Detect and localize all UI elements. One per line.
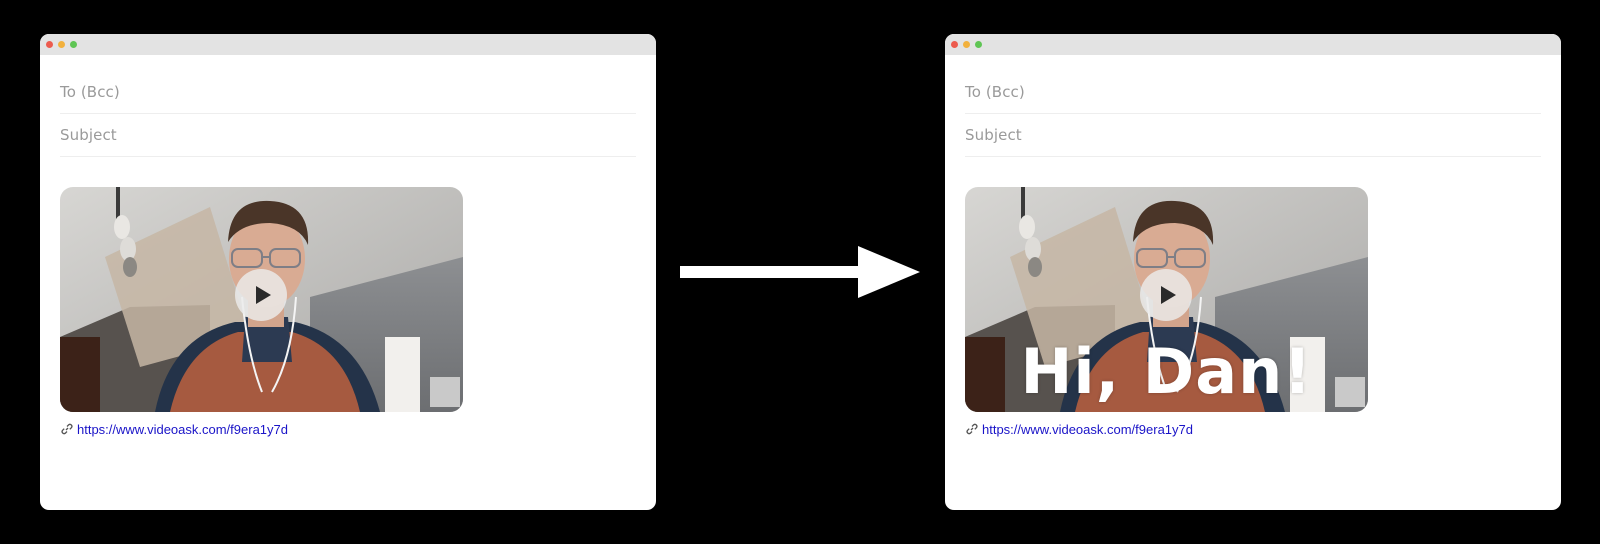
- to-bcc-placeholder: To (Bcc): [965, 83, 1025, 101]
- subject-field[interactable]: Subject: [60, 114, 636, 157]
- right-arrow-icon: [680, 246, 920, 298]
- video-link-row: https://www.videoask.com/f9era1y7d: [965, 421, 1193, 437]
- window-titlebar: [945, 34, 1561, 55]
- play-icon: [256, 286, 271, 304]
- email-window-after: To (Bcc) Subject Hi, Dan! https://www.vi…: [945, 34, 1561, 510]
- maximize-window-button[interactable]: [70, 41, 77, 48]
- to-bcc-field[interactable]: To (Bcc): [965, 71, 1541, 114]
- email-window-before: To (Bcc) Subject https://www.videoask.co…: [40, 34, 656, 510]
- video-thumbnail[interactable]: Hi, Dan!: [965, 187, 1368, 412]
- play-button[interactable]: [235, 269, 287, 321]
- link-icon: [965, 422, 979, 436]
- subject-placeholder: Subject: [965, 126, 1022, 144]
- close-window-button[interactable]: [46, 41, 53, 48]
- video-overlay-text: Hi, Dan!: [1020, 335, 1313, 408]
- to-bcc-placeholder: To (Bcc): [60, 83, 120, 101]
- link-icon: [60, 422, 74, 436]
- minimize-window-button[interactable]: [963, 41, 970, 48]
- to-bcc-field[interactable]: To (Bcc): [60, 71, 636, 114]
- videoask-link[interactable]: https://www.videoask.com/f9era1y7d: [77, 422, 288, 437]
- play-icon: [1161, 286, 1176, 304]
- subject-placeholder: Subject: [60, 126, 117, 144]
- videoask-link[interactable]: https://www.videoask.com/f9era1y7d: [982, 422, 1193, 437]
- video-thumbnail[interactable]: [60, 187, 463, 412]
- minimize-window-button[interactable]: [58, 41, 65, 48]
- video-link-row: https://www.videoask.com/f9era1y7d: [60, 421, 288, 437]
- close-window-button[interactable]: [951, 41, 958, 48]
- window-titlebar: [40, 34, 656, 55]
- subject-field[interactable]: Subject: [965, 114, 1541, 157]
- maximize-window-button[interactable]: [975, 41, 982, 48]
- play-button[interactable]: [1140, 269, 1192, 321]
- comparison-stage: To (Bcc) Subject https://www.videoask.co…: [0, 0, 1600, 544]
